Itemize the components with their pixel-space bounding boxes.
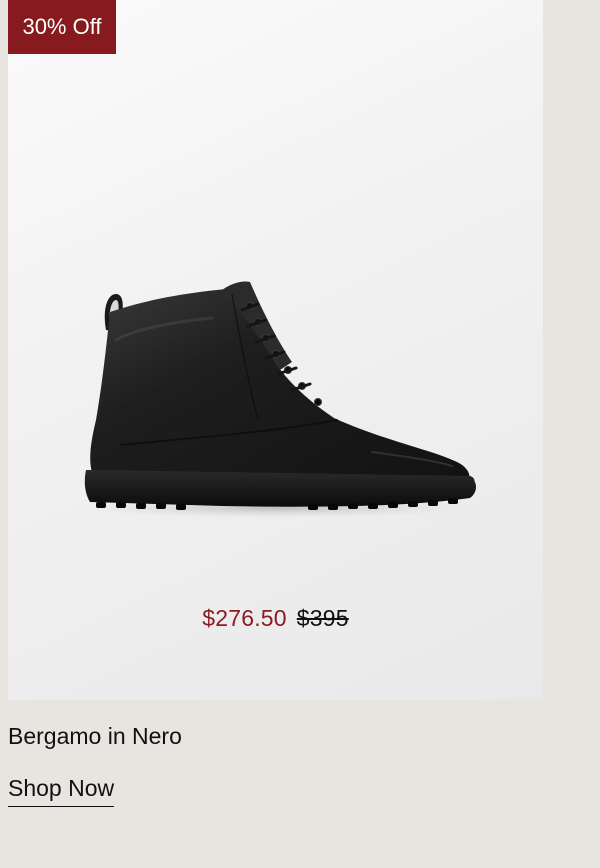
boot-image[interactable] <box>72 270 488 530</box>
price-row: $276.50 $395 <box>8 603 543 633</box>
product-name[interactable]: Bergamo in Nero <box>8 720 182 752</box>
product-card[interactable]: 30% Off $276.50 $395 <box>8 0 543 700</box>
discount-badge: 30% Off <box>8 0 116 54</box>
sale-price: $276.50 <box>202 605 287 631</box>
original-price: $395 <box>296 605 349 631</box>
shop-now-link[interactable]: Shop Now <box>8 772 115 807</box>
